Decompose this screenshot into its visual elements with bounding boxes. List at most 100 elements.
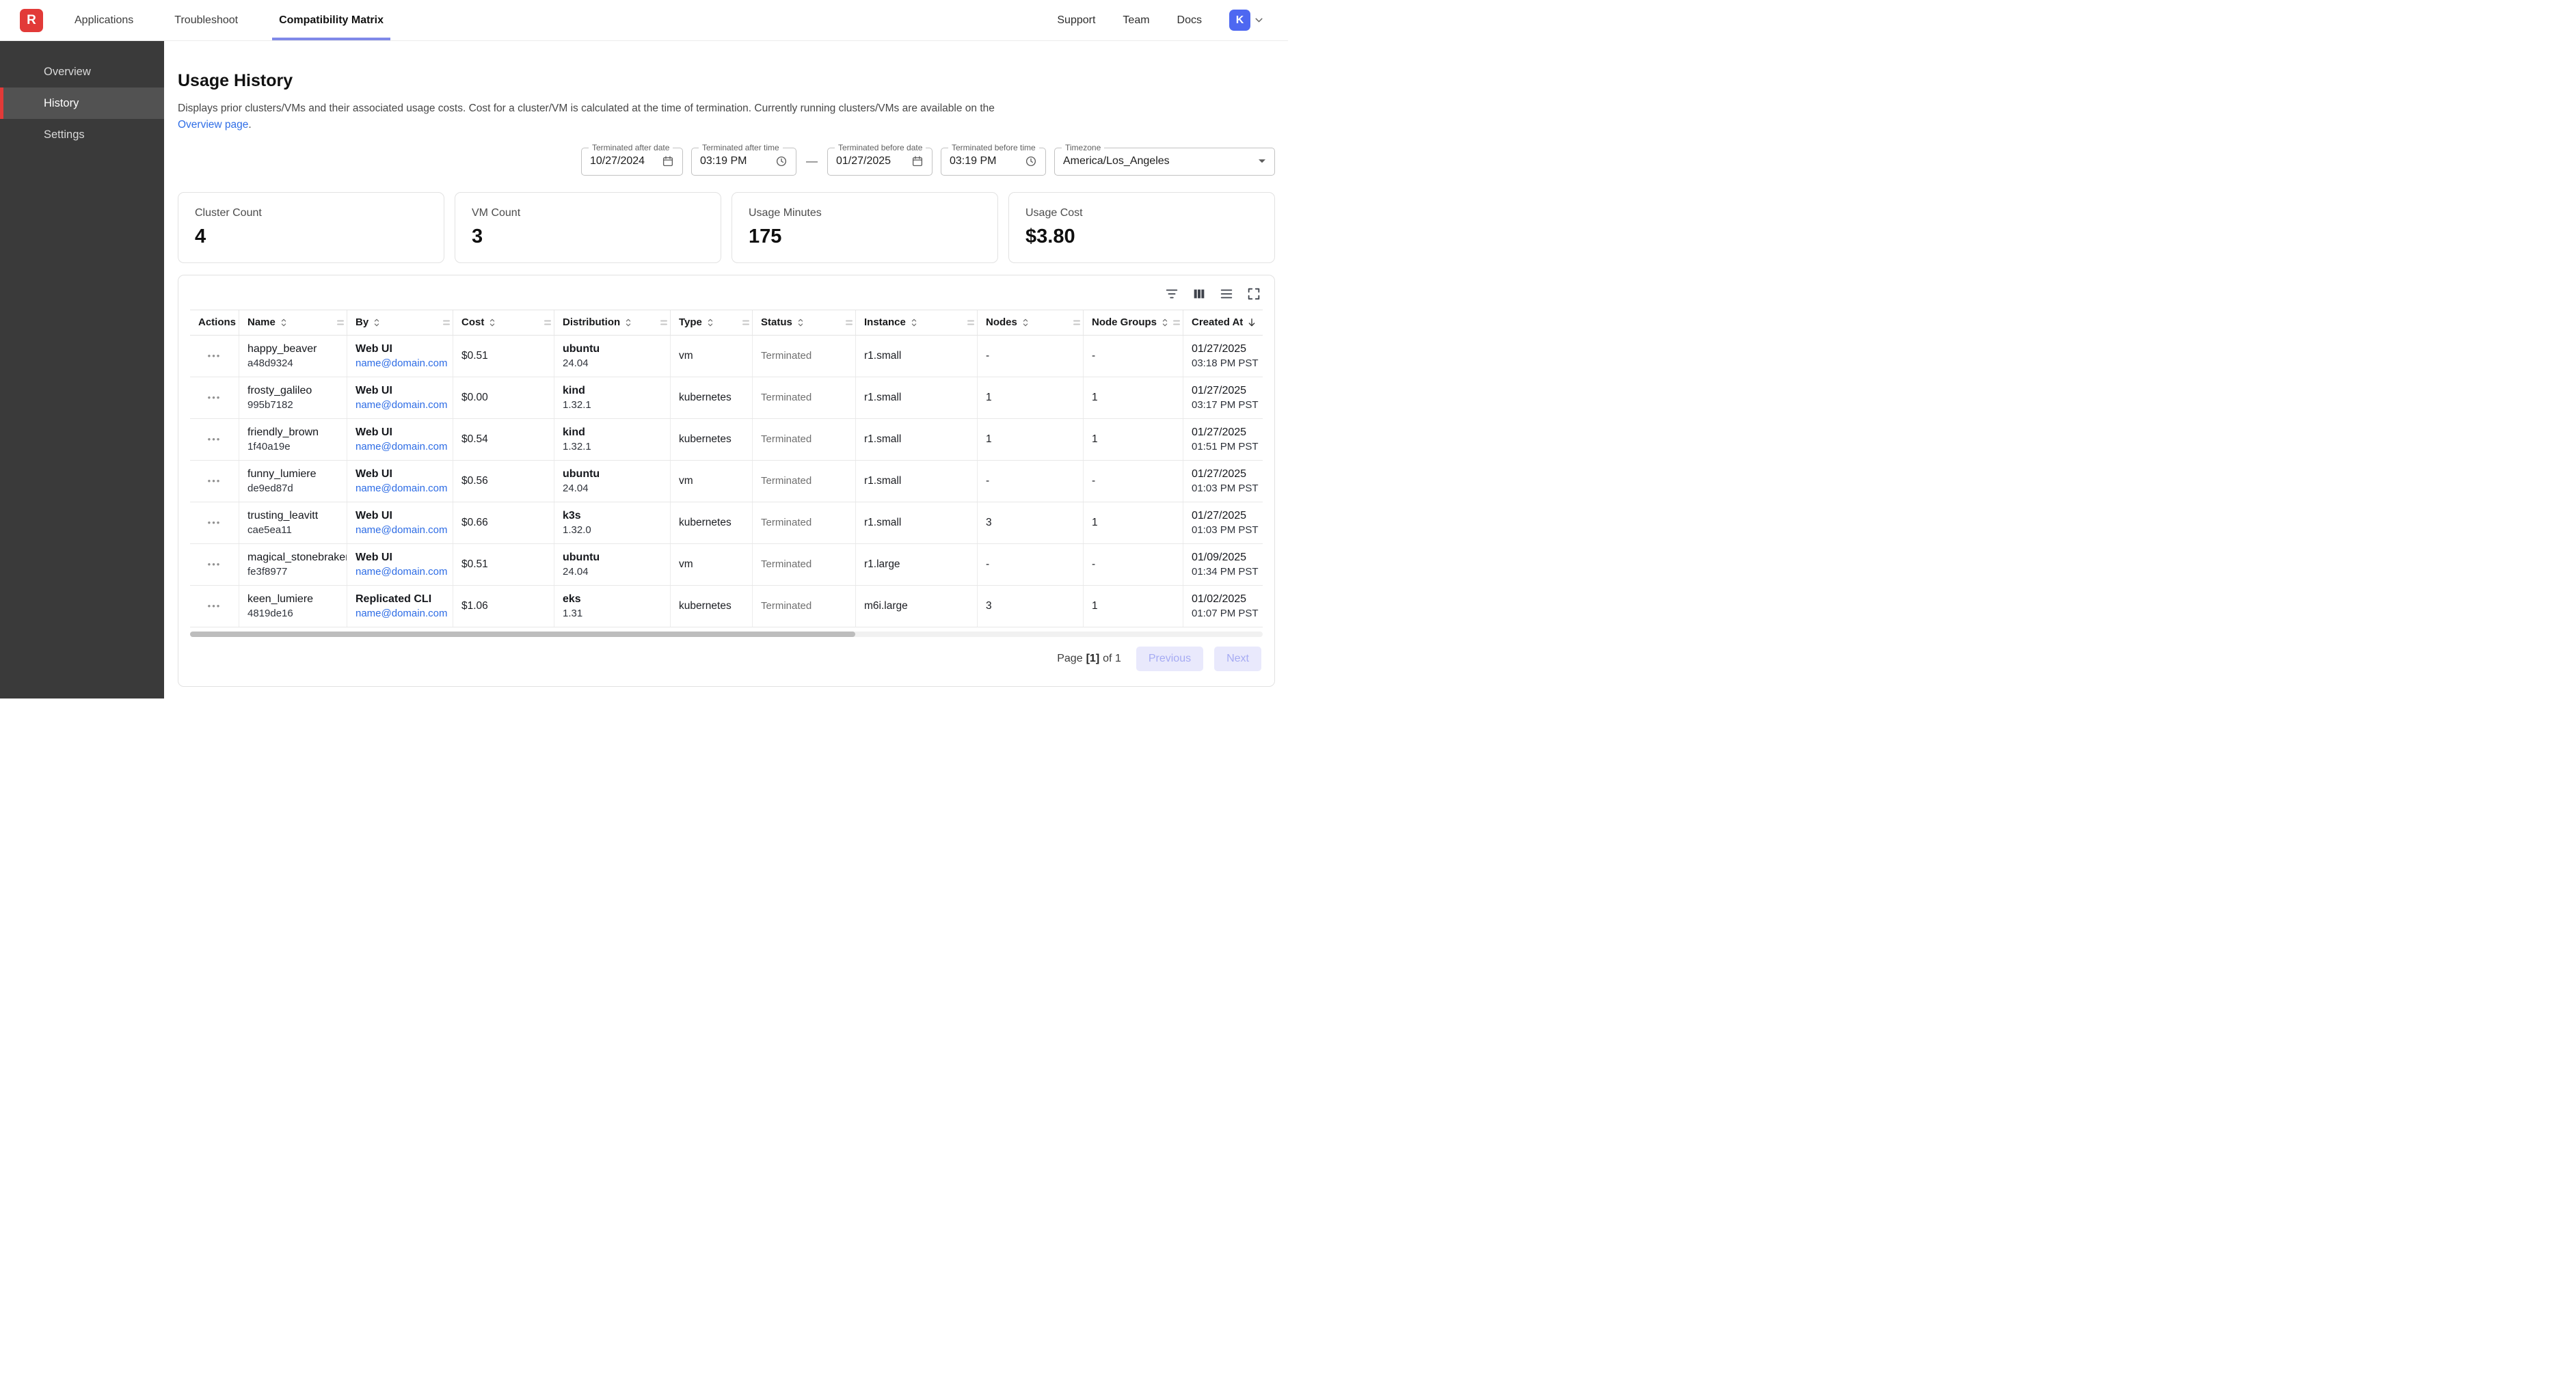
row-actions-button[interactable]: ••• <box>208 392 222 403</box>
created-time: 03:18 PM PST <box>1192 357 1263 369</box>
filter-terminated-after-date[interactable]: Terminated after date 10/27/2024 <box>581 148 683 176</box>
overview-page-link[interactable]: Overview page <box>178 119 248 131</box>
row-actions-button[interactable]: ••• <box>208 559 222 569</box>
row-actions-button[interactable]: ••• <box>208 434 222 444</box>
column-header[interactable]: Instance <box>856 310 978 335</box>
column-header[interactable]: Distribution <box>554 310 671 335</box>
column-resize-handle[interactable] <box>337 320 344 325</box>
created-by-email-link[interactable]: name@domain.com <box>355 566 444 578</box>
calendar-icon[interactable] <box>662 155 674 167</box>
sort-icon <box>1021 318 1030 327</box>
row-actions-button[interactable]: ••• <box>208 476 222 486</box>
user-menu[interactable]: K <box>1229 10 1265 31</box>
column-resize-handle[interactable] <box>1073 320 1080 325</box>
sort-icon <box>279 318 289 327</box>
created-by-email-link[interactable]: name@domain.com <box>355 357 444 369</box>
distribution-name: k3s <box>563 510 662 522</box>
filter-field-value: 10/27/2024 <box>590 155 645 167</box>
nav-link-support[interactable]: Support <box>1057 14 1095 27</box>
stat-card-vm-count: VM Count 3 <box>455 192 721 263</box>
distribution-name: kind <box>563 426 662 439</box>
timezone-select[interactable]: Timezone America/Los_Angeles <box>1054 148 1275 176</box>
sort-icon <box>1160 318 1170 327</box>
table-row[interactable]: ••• funny_lumiere de9ed87d Web UI name@d… <box>190 461 1263 502</box>
sidebar-item-history[interactable]: History <box>0 87 164 119</box>
status-value: Terminated <box>761 433 847 445</box>
scrollbar-thumb[interactable] <box>190 632 855 637</box>
nodes-value: - <box>986 475 1075 487</box>
column-header[interactable]: Status <box>753 310 856 335</box>
created-date: 01/27/2025 <box>1192 426 1263 439</box>
horizontal-scrollbar[interactable] <box>190 632 1263 637</box>
created-by-email-link[interactable]: name@domain.com <box>355 441 444 452</box>
created-by-email-link[interactable]: name@domain.com <box>355 524 444 536</box>
column-header[interactable]: Type <box>671 310 753 335</box>
page-indicator: Page [1] of 1 <box>1057 653 1121 665</box>
calendar-icon[interactable] <box>911 155 924 167</box>
cost-value: $0.56 <box>461 475 546 487</box>
table-row[interactable]: ••• frosty_galileo 995b7182 Web UI name@… <box>190 377 1263 419</box>
nav-link-team[interactable]: Team <box>1123 14 1149 27</box>
column-header[interactable]: Created At <box>1183 310 1263 335</box>
column-header[interactable]: Nodes <box>978 310 1084 335</box>
column-header[interactable]: Cost <box>453 310 554 335</box>
column-header[interactable]: Name <box>239 310 347 335</box>
status-value: Terminated <box>761 475 847 487</box>
columns-button[interactable] <box>1192 286 1207 301</box>
nav-item-troubleshoot[interactable]: Troubleshoot <box>167 0 245 40</box>
instance-value: r1.small <box>864 392 969 404</box>
clock-icon[interactable] <box>775 155 788 167</box>
nav-item-applications[interactable]: Applications <box>68 0 140 40</box>
nodes-value: 1 <box>986 392 1075 404</box>
row-actions-button[interactable]: ••• <box>208 517 222 528</box>
previous-button[interactable]: Previous <box>1136 647 1203 671</box>
chevron-down-icon[interactable] <box>1258 159 1266 164</box>
table-row[interactable]: ••• keen_lumiere 4819de16 Replicated CLI… <box>190 586 1263 627</box>
created-by-email-link[interactable]: name@domain.com <box>355 399 444 411</box>
created-time: 03:17 PM PST <box>1192 399 1263 411</box>
filter-terminated-after-time[interactable]: Terminated after time 03:19 PM <box>691 148 796 176</box>
density-button[interactable] <box>1219 286 1234 301</box>
filter-field-value: America/Los_Angeles <box>1063 155 1170 167</box>
next-button[interactable]: Next <box>1214 647 1261 671</box>
table-row[interactable]: ••• happy_beaver a48d9324 Web UI name@do… <box>190 336 1263 377</box>
sidebar-item-settings[interactable]: Settings <box>0 119 164 150</box>
filter-terminated-before-time[interactable]: Terminated before time 03:19 PM <box>941 148 1046 176</box>
filter-terminated-before-date[interactable]: Terminated before date 01/27/2025 <box>827 148 933 176</box>
fullscreen-button[interactable] <box>1246 286 1261 301</box>
instance-value: r1.small <box>864 433 969 446</box>
node-groups-value: - <box>1092 475 1175 487</box>
cluster-id: de9ed87d <box>247 483 338 494</box>
column-header[interactable]: Actions <box>190 310 239 335</box>
nav-item-compatibility-matrix[interactable]: Compatibility Matrix <box>272 0 390 40</box>
distribution-name: ubuntu <box>563 468 662 480</box>
column-header[interactable]: By <box>347 310 453 335</box>
filter-button[interactable] <box>1164 286 1179 301</box>
column-resize-handle[interactable] <box>544 320 551 325</box>
created-date: 01/27/2025 <box>1192 385 1263 397</box>
row-actions-button[interactable]: ••• <box>208 601 222 611</box>
column-header[interactable]: Node Groups <box>1084 310 1183 335</box>
table-row[interactable]: ••• trusting_leavitt cae5ea11 Web UI nam… <box>190 502 1263 544</box>
column-resize-handle[interactable] <box>1173 320 1180 325</box>
column-resize-handle[interactable] <box>660 320 667 325</box>
column-resize-handle[interactable] <box>742 320 749 325</box>
created-by-email-link[interactable]: name@domain.com <box>355 608 444 619</box>
column-resize-handle[interactable] <box>443 320 450 325</box>
nav-link-docs[interactable]: Docs <box>1177 14 1202 27</box>
distribution-name: ubuntu <box>563 552 662 564</box>
created-by-email-link[interactable]: name@domain.com <box>355 483 444 494</box>
table-row[interactable]: ••• magical_stonebraker fe3f8977 Web UI … <box>190 544 1263 586</box>
cluster-name: happy_beaver <box>247 343 338 355</box>
clock-icon[interactable] <box>1025 155 1037 167</box>
page-count: of 1 <box>1103 653 1121 665</box>
column-resize-handle[interactable] <box>967 320 974 325</box>
nodes-value: - <box>986 558 1075 571</box>
cost-value: $0.00 <box>461 392 546 404</box>
node-groups-value: - <box>1092 350 1175 362</box>
replicated-logo[interactable]: R <box>20 9 43 32</box>
sidebar-item-overview[interactable]: Overview <box>0 56 164 87</box>
row-actions-button[interactable]: ••• <box>208 351 222 361</box>
column-resize-handle[interactable] <box>846 320 853 325</box>
table-row[interactable]: ••• friendly_brown 1f40a19e Web UI name@… <box>190 419 1263 461</box>
